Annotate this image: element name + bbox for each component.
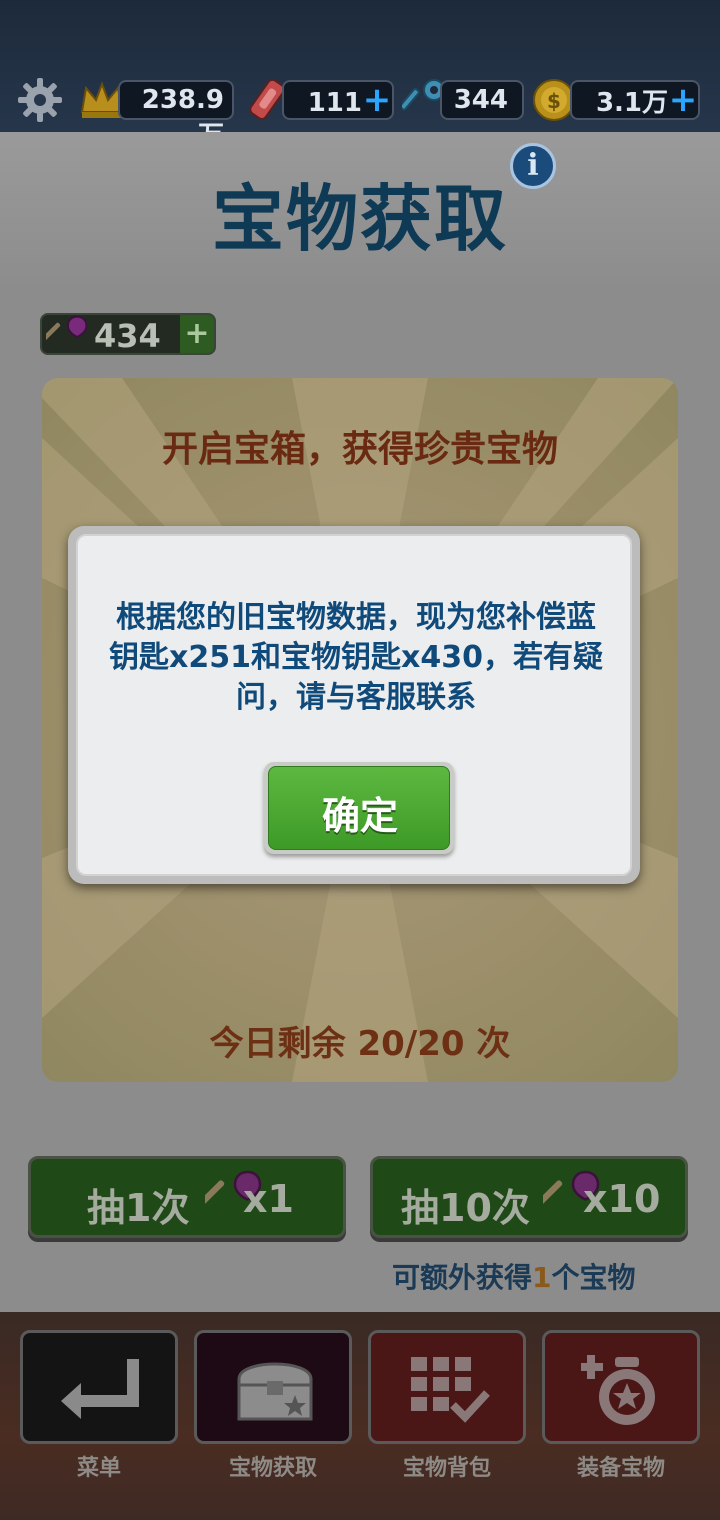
bonus-prefix: 可额外获得 xyxy=(392,1261,533,1294)
grid-check-icon xyxy=(411,1357,490,1423)
treasure-key-value: 434 xyxy=(94,317,161,355)
ticket-counter: 111+ xyxy=(282,80,394,120)
crown-counter: 238.9万 xyxy=(118,80,234,151)
nav-menu-button[interactable] xyxy=(20,1330,178,1444)
add-treasure-key-button[interactable]: + xyxy=(180,315,214,353)
nav-treasure-bag-label: 宝物背包 xyxy=(402,1456,491,1481)
draw-once-label: 抽1次 xyxy=(87,1186,190,1230)
return-arrow-icon xyxy=(61,1359,139,1419)
bonus-note: 可额外获得1个宝物 xyxy=(392,1256,636,1296)
nav-treasure-get-label: 宝物获取 xyxy=(228,1456,317,1481)
info-button[interactable]: i xyxy=(510,143,556,189)
page-title: 宝物获取 xyxy=(211,177,508,261)
nav-menu-label: 菜单 xyxy=(76,1456,121,1481)
chest-heading: 开启宝箱，获得珍贵宝物 xyxy=(161,429,558,470)
remaining-count: 今日剩余 20/20 次 xyxy=(209,1024,511,1064)
blue-key-value: 344 xyxy=(453,85,508,115)
draw-once-cost: x1 xyxy=(243,1177,294,1221)
svg-text:$: $ xyxy=(547,89,561,113)
draw-ten-label: 抽10次 xyxy=(401,1186,530,1230)
ticket-value: 111 xyxy=(307,88,362,118)
treasure-key-icon xyxy=(46,315,88,341)
add-coin-button[interactable]: + xyxy=(668,82,698,118)
confirm-button[interactable]: 确定 xyxy=(264,762,454,854)
draw-once-button[interactable]: 抽1次 x1 xyxy=(28,1156,346,1238)
coin-value: 3.1万 xyxy=(595,88,668,118)
draw-ten-button[interactable]: 抽10次 x10 xyxy=(370,1156,688,1238)
draw-ten-cost: x10 xyxy=(583,1177,661,1221)
nav-treasure-bag-button[interactable] xyxy=(368,1330,526,1444)
confirm-button-face: 确定 xyxy=(268,766,450,850)
confirm-button-label: 确定 xyxy=(321,794,398,838)
dialog-message: 根据您的旧宝物数据，现为您补偿蓝钥匙x251和宝物钥匙x430，若有疑问，请与客… xyxy=(109,600,603,715)
settings-gear-icon[interactable] xyxy=(16,76,64,124)
bonus-suffix: 个宝物 xyxy=(551,1261,636,1294)
add-ticket-button[interactable]: + xyxy=(362,82,392,118)
nav-equip-treasure-button[interactable] xyxy=(542,1330,700,1444)
equip-badge-icon xyxy=(581,1355,655,1425)
treasure-chest-icon xyxy=(237,1362,313,1421)
bonus-number: 1 xyxy=(532,1261,552,1294)
blue-key-counter: 344 xyxy=(440,80,524,120)
treasure-key-counter: 434 + xyxy=(40,313,216,355)
nav-treasure-get-button[interactable] xyxy=(194,1330,352,1444)
nav-equip-treasure-label: 装备宝物 xyxy=(576,1456,665,1481)
coin-counter: 3.1万+ xyxy=(570,80,700,120)
